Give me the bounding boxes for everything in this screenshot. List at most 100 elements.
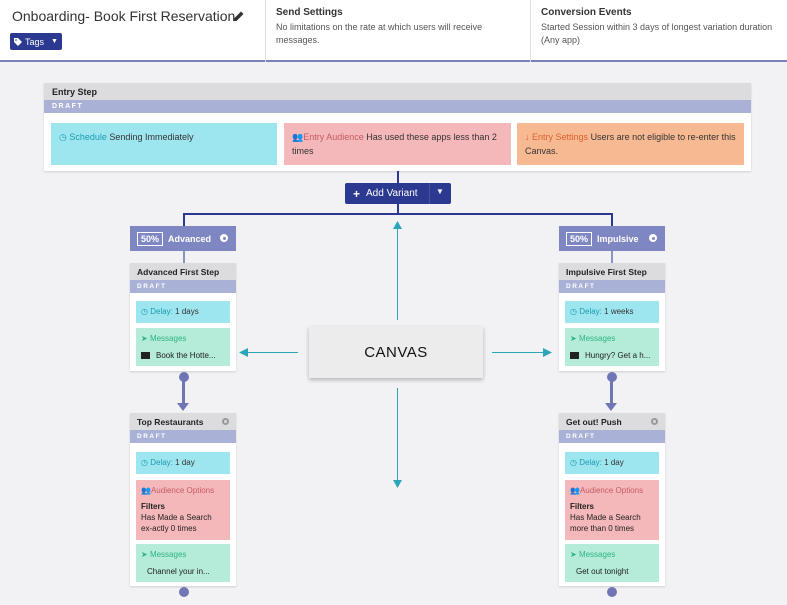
gear-icon[interactable] (649, 234, 657, 242)
add-variant-label: Add Variant (366, 188, 418, 199)
delay-label: Delay: (579, 458, 602, 467)
delay-component[interactable]: ◷ Delay: 1 days (136, 301, 230, 323)
variant-percent[interactable]: 50% (566, 231, 593, 246)
connector-line (611, 251, 613, 263)
clock-icon: ◷ (570, 307, 577, 316)
connector-line (182, 380, 185, 404)
draft-badge: DRAFT (559, 280, 665, 293)
canvas-label-box: CANVAS (309, 326, 483, 378)
step-title: Top Restaurants (130, 413, 236, 430)
delay-component[interactable]: ◷ Delay: 1 day (136, 452, 230, 474)
paper-plane-icon: ➤ (141, 334, 148, 343)
arrow-left-icon (239, 348, 248, 357)
connector-dot[interactable] (607, 587, 617, 597)
paper-plane-icon: ➤ (570, 550, 577, 559)
audience-options-component[interactable]: 👥Audience Options Filters Has Made a Sea… (136, 480, 230, 540)
gear-icon[interactable] (222, 418, 229, 425)
delay-label: Delay: (150, 307, 173, 316)
entry-settings-label: Entry Settings (532, 132, 589, 142)
arrow-down-icon (393, 480, 402, 488)
variant-name: Advanced (168, 233, 212, 244)
clock-icon: ◷ (141, 307, 148, 316)
send-settings-heading: Send Settings (276, 7, 343, 18)
variant-header-advanced[interactable]: 50% Advanced (130, 226, 236, 251)
tag-icon (14, 37, 22, 46)
messages-component[interactable]: ➤ Messages Channel your in... (136, 544, 230, 582)
users-icon: 👥 (141, 486, 151, 495)
delay-component[interactable]: ◷ Delay: 1 day (565, 452, 659, 474)
canvas-title[interactable]: Onboarding- Book First Reservation (12, 8, 235, 24)
envelope-icon (141, 352, 150, 359)
delay-label: Delay: (579, 307, 602, 316)
step-card[interactable]: Get out! Push DRAFT ◷ Delay: 1 day 👥Audi… (559, 413, 665, 586)
audience-options-label: Audience Options (150, 486, 215, 495)
draft-badge: DRAFT (130, 280, 236, 293)
draft-badge: DRAFT (44, 100, 751, 113)
entry-settings[interactable]: ↓ Entry Settings Users are not eligible … (517, 123, 744, 165)
tags-button[interactable]: Tags ▼ (10, 33, 62, 50)
users-icon: 👥 (570, 486, 580, 495)
entry-audience[interactable]: 👥Entry Audience Has used these apps less… (284, 123, 511, 165)
messages-label: Messages (578, 334, 616, 343)
delay-value: 1 weeks (604, 307, 634, 316)
chevron-down-icon: ▼ (51, 38, 58, 45)
message-name: Book the Hotte... (156, 351, 216, 360)
draft-badge: DRAFT (130, 430, 236, 443)
arrow-down-icon (605, 403, 617, 411)
send-settings-text: No limitations on the rate at which user… (276, 22, 483, 45)
step-title-text: Top Restaurants (137, 417, 204, 427)
connector-line (397, 171, 399, 183)
users-icon: 👥 (292, 132, 304, 142)
connector-dot[interactable] (179, 587, 189, 597)
canvas-header: Onboarding- Book First Reservation Tags … (0, 0, 787, 62)
messages-label: Messages (149, 334, 187, 343)
gear-icon[interactable] (220, 234, 228, 242)
step-card[interactable]: Top Restaurants DRAFT ◷ Delay: 1 day 👥Au… (130, 413, 236, 586)
messages-component[interactable]: ➤ Messages Book the Hotte... (136, 328, 230, 366)
step-card[interactable]: Advanced First Step DRAFT ◷ Delay: 1 day… (130, 263, 236, 371)
clock-icon: ◷ (59, 132, 67, 142)
audience-options-component[interactable]: 👥Audience Options Filters Has Made a Sea… (565, 480, 659, 540)
message-name: Hungry? Get a h... (585, 351, 651, 360)
annotation-arrow-left (247, 352, 298, 353)
conversion-events-text: Started Session within 3 days of longest… (541, 22, 773, 45)
paper-plane-icon: ➤ (141, 550, 148, 559)
delay-value: 1 day (604, 458, 624, 467)
message-name: Channel your in... (147, 567, 210, 576)
send-settings-section[interactable]: Send Settings No limitations on the rate… (265, 0, 530, 62)
clock-icon: ◷ (141, 458, 148, 467)
entry-step-title: Entry Step (44, 83, 751, 100)
schedule-label: Schedule (69, 132, 107, 142)
chevron-down-icon[interactable]: ▼ (436, 187, 444, 196)
divider (429, 183, 430, 204)
audience-options-label: Audience Options (579, 486, 644, 495)
message-name: Get out tonight (576, 567, 629, 576)
filters-value: Has Made a Search ex-actly 0 times (141, 513, 212, 533)
step-title-text: Get out! Push (566, 417, 622, 427)
variant-percent[interactable]: 50% (137, 231, 164, 246)
add-variant-button[interactable]: + Add Variant ▼ (345, 183, 451, 204)
delay-label: Delay: (150, 458, 173, 467)
arrow-down-icon (177, 403, 189, 411)
messages-label: Messages (149, 550, 187, 559)
entry-step[interactable]: Entry Step DRAFT ◷ Schedule Sending Imme… (44, 83, 751, 171)
annotation-arrow-right (492, 352, 544, 353)
connector-line (183, 251, 185, 263)
entry-audience-label: Entry Audience (303, 132, 364, 142)
messages-component[interactable]: ➤ Messages Get out tonight (565, 544, 659, 582)
pencil-icon[interactable] (233, 10, 245, 22)
draft-badge: DRAFT (559, 430, 665, 443)
step-title: Impulsive First Step (559, 263, 665, 280)
branch-line (183, 213, 613, 215)
step-card[interactable]: Impulsive First Step DRAFT ◷ Delay: 1 we… (559, 263, 665, 371)
entry-schedule[interactable]: ◷ Schedule Sending Immediately (51, 123, 277, 165)
connector-line (610, 380, 613, 404)
delay-value: 1 days (175, 307, 199, 316)
variant-header-impulsive[interactable]: 50% Impulsive (559, 226, 665, 251)
gear-icon[interactable] (651, 418, 658, 425)
messages-component[interactable]: ➤ Messages Hungry? Get a h... (565, 328, 659, 366)
delay-value: 1 day (175, 458, 195, 467)
tags-label: Tags (25, 36, 45, 47)
delay-component[interactable]: ◷ Delay: 1 weeks (565, 301, 659, 323)
conversion-events-section[interactable]: Conversion Events Started Session within… (530, 0, 787, 62)
